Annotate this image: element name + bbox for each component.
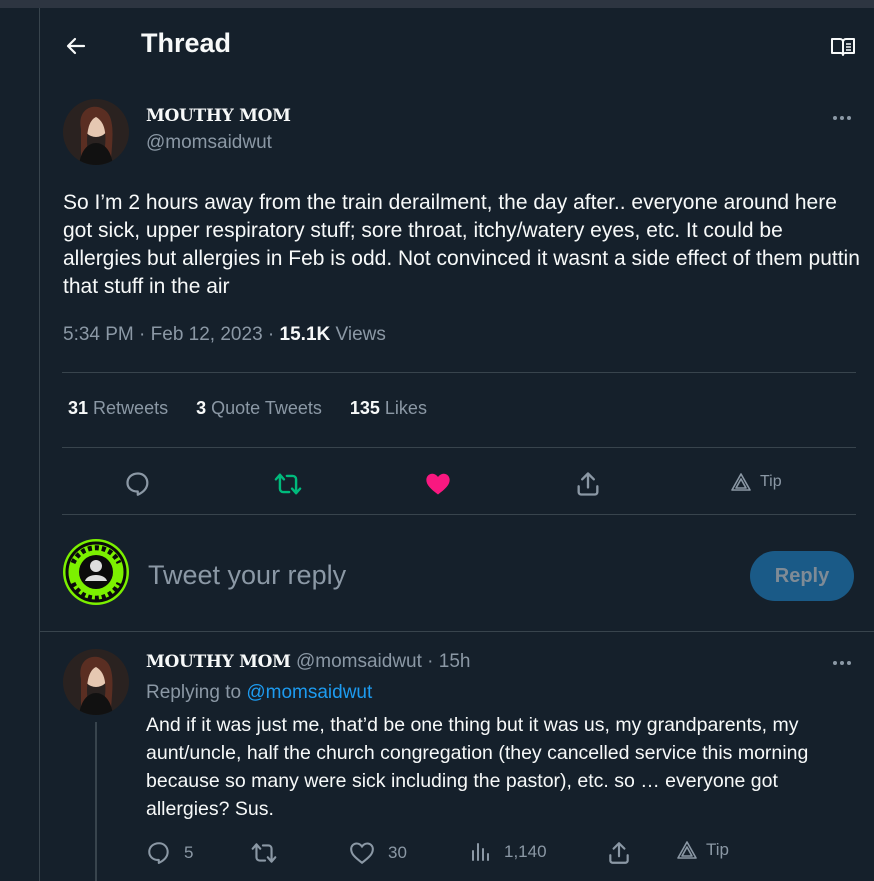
user-avatar[interactable] — [63, 539, 129, 605]
retweet-icon — [251, 843, 277, 863]
more-icon — [833, 661, 837, 665]
divider — [62, 447, 856, 448]
like-icon — [350, 842, 374, 865]
reply-share-button[interactable] — [606, 840, 632, 866]
reader-mode-button[interactable] — [828, 32, 858, 62]
thread-column: Thread MOUTHY MOM @momsaidwut So I’m 2 h… — [40, 8, 874, 881]
reply-icon — [126, 472, 149, 496]
more-icon — [833, 116, 837, 120]
tip-icon — [677, 841, 697, 859]
share-icon — [609, 842, 629, 864]
views-label: Views — [335, 324, 386, 345]
views-count: 15.1K — [279, 324, 331, 345]
reader-mode-icon — [831, 38, 855, 56]
reply-icon — [148, 842, 169, 864]
divider — [62, 514, 856, 515]
share-icon — [577, 472, 599, 496]
replying-to: Replying to @momsaidwut — [146, 682, 373, 703]
retweet-button[interactable] — [268, 464, 308, 504]
reply-more-options-button[interactable] — [830, 654, 854, 672]
tip-label: Tip — [706, 840, 729, 859]
reply-reply-button[interactable]: 5 — [146, 840, 193, 866]
reply-views-button[interactable]: 1,140 — [468, 840, 547, 864]
divider — [40, 631, 874, 632]
tweet-meta: 5:34 PM · Feb 12, 2023 · 15.1K Views — [63, 324, 386, 345]
views-count: 1,140 — [504, 842, 547, 861]
likes-stat[interactable]: 135 Likes — [350, 398, 427, 419]
thread-connector-line — [95, 722, 97, 881]
share-button[interactable] — [568, 464, 608, 504]
thread-header: Thread — [40, 8, 874, 80]
reply-retweet-button[interactable] — [250, 840, 278, 866]
tweet-time[interactable]: 5:34 PM — [63, 324, 134, 345]
replying-to-handle[interactable]: @momsaidwut — [246, 682, 372, 703]
reply-like-button[interactable]: 30 — [348, 840, 407, 866]
author-display-name[interactable]: MOUTHY MOM — [146, 106, 291, 126]
reply-author-avatar[interactable] — [63, 649, 129, 715]
back-arrow-icon — [66, 37, 86, 55]
tip-button[interactable]: Tip — [730, 472, 782, 492]
reply-author-handle[interactable]: @momsaidwut — [296, 651, 422, 672]
tip-label: Tip — [760, 473, 782, 490]
reply-input[interactable] — [148, 556, 728, 594]
quote-tweets-stat[interactable]: 3 Quote Tweets — [196, 398, 322, 419]
reply-tip-button[interactable]: Tip — [676, 840, 729, 860]
tweet-date[interactable]: Feb 12, 2023 — [151, 324, 263, 345]
like-icon — [426, 473, 450, 495]
reply-header: MOUTHY MOM @momsaidwut · 15h — [146, 651, 471, 672]
tweet-text: So I’m 2 hours away from the train derai… — [63, 191, 860, 298]
reply-author-display-name[interactable]: MOUTHY MOM — [146, 652, 291, 672]
like-count: 30 — [388, 843, 407, 862]
tweet-actions: Tip — [40, 464, 874, 504]
divider — [62, 372, 856, 373]
page-title: Thread — [141, 28, 232, 58]
reply-button[interactable] — [118, 464, 158, 504]
retweet-icon — [274, 473, 302, 495]
tip-icon — [731, 473, 751, 491]
views-icon — [472, 843, 489, 861]
retweets-stat[interactable]: 31 Retweets — [68, 398, 168, 419]
tweet-stats: 31 Retweets 3 Quote Tweets 135 Likes — [68, 398, 427, 419]
more-options-button[interactable] — [830, 109, 854, 127]
reply-text: And if it was just me, that’d be one thi… — [146, 714, 809, 820]
reply-age[interactable]: 15h — [439, 651, 471, 672]
reply-submit-button[interactable]: Reply — [750, 551, 854, 601]
like-button[interactable] — [418, 464, 458, 504]
author-avatar[interactable] — [63, 99, 129, 165]
author-handle[interactable]: @momsaidwut — [146, 132, 272, 154]
window-top-bar — [0, 0, 874, 8]
reply-count: 5 — [184, 843, 194, 862]
reply-actions: 5 30 1,140 Tip — [146, 840, 866, 870]
back-button[interactable] — [60, 30, 92, 62]
